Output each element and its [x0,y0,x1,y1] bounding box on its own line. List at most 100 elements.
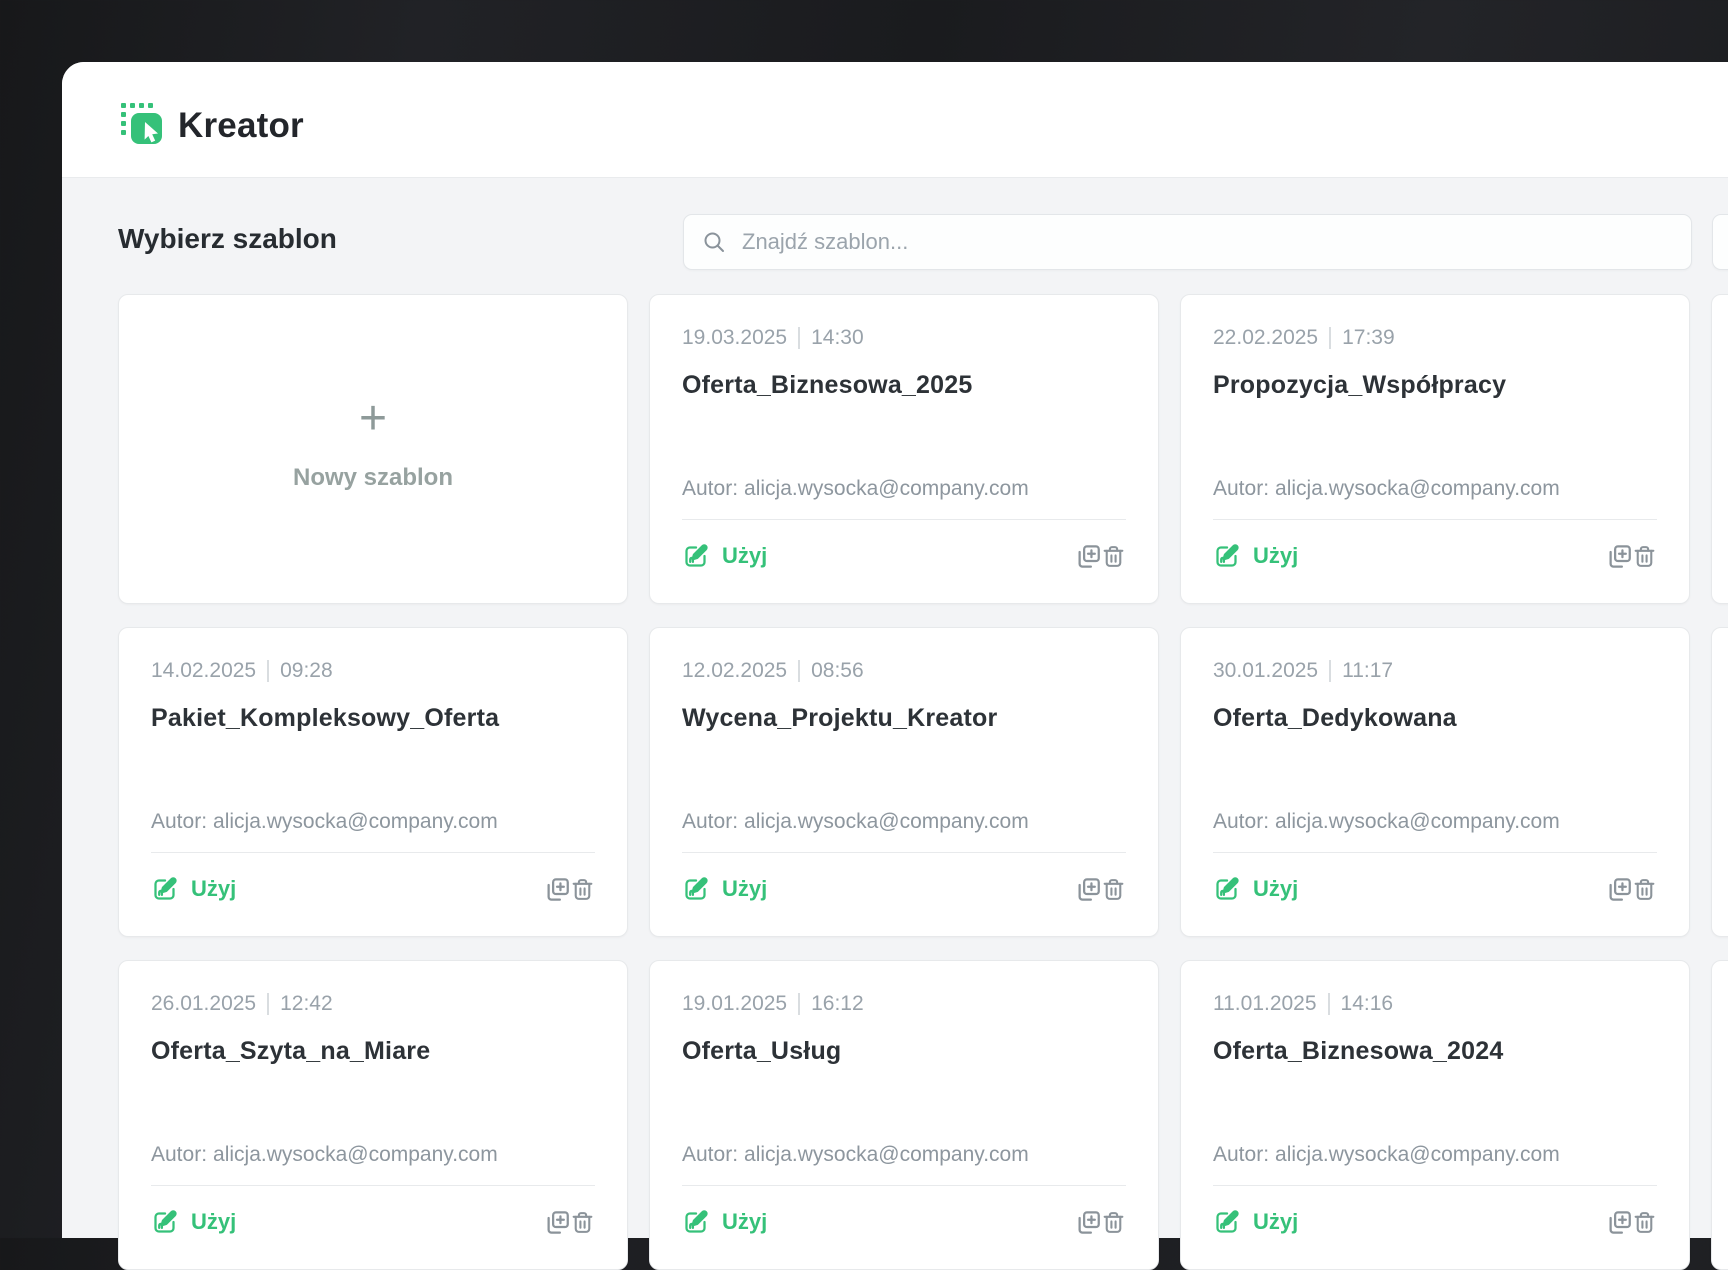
use-template-button[interactable]: Użyj [1213,543,1298,570]
new-template-card[interactable]: + Nowy szablon [118,294,628,604]
card-date: 11.01.2025 [1213,992,1317,1016]
meta-divider [798,993,800,1015]
file-pen-icon [1213,1209,1240,1236]
author-email: alicja.wysocka@company.com [744,1143,1029,1166]
card-actions: Użyj [682,1204,1126,1240]
card-title: Oferta_Dedykowana [1213,704,1657,733]
duplicate-template-button[interactable] [1074,876,1101,903]
copy-plus-icon [1605,876,1632,903]
app-window: Kreator Wybierz szablon + Nowy szablon 1… [62,62,1728,1238]
use-template-button[interactable]: Użyj [682,876,767,903]
card-meta: 19.01.2025 16:12 [682,992,864,1016]
file-pen-icon [1213,876,1240,903]
author-email: alicja.wysocka@company.com [213,1143,498,1166]
author-email: alicja.wysocka@company.com [1275,477,1560,500]
delete-template-button[interactable] [570,1210,595,1235]
cut-off-control[interactable] [1712,214,1728,270]
card-actions: Użyj [1213,538,1657,574]
app-header: Kreator [62,62,1728,178]
card-title: Oferta_Szyta_na_Miare [151,1037,595,1066]
cursor-square-icon [121,103,169,151]
duplicate-template-button[interactable] [543,1209,570,1236]
use-label: Użyj [191,1209,236,1235]
card-author: Autor: alicja.wysocka@company.com [682,810,1126,834]
author-prefix: Autor: [151,1143,207,1166]
card-time: 11:17 [1342,659,1393,683]
card-meta: 26.01.2025 12:42 [151,992,333,1016]
card-divider [1213,519,1657,520]
author-email: alicja.wysocka@company.com [213,810,498,833]
delete-template-button[interactable] [1632,544,1657,569]
card-actions: Użyj [1213,1204,1657,1240]
card-divider [682,519,1126,520]
use-template-button[interactable]: Użyj [682,543,767,570]
card-divider [151,852,595,853]
use-template-button[interactable]: Użyj [1213,1209,1298,1236]
card-time: 09:28 [280,659,333,683]
meta-divider [798,660,800,682]
card-author: Autor: alicja.wysocka@company.com [151,810,595,834]
duplicate-template-button[interactable] [543,876,570,903]
search-input[interactable] [684,215,1691,269]
use-template-button[interactable]: Użyj [682,1209,767,1236]
author-prefix: Autor: [682,1143,738,1166]
duplicate-template-button[interactable] [1605,543,1632,570]
author-prefix: Autor: [151,810,207,833]
file-pen-icon [1213,543,1240,570]
card-time: 14:30 [811,326,864,350]
card-divider [151,1185,595,1186]
card-author: Autor: alicja.wysocka@company.com [151,1143,595,1167]
copy-plus-icon [543,876,570,903]
card-date: 26.01.2025 [151,992,256,1016]
use-label: Użyj [1253,543,1298,569]
trash-icon [1101,1210,1126,1235]
meta-divider [1329,327,1331,349]
delete-template-button[interactable] [1101,877,1126,902]
card-meta: 19.03.2025 14:30 [682,326,864,350]
copy-plus-icon [1605,543,1632,570]
delete-template-button[interactable] [1632,877,1657,902]
trash-icon [570,1210,595,1235]
trash-icon [1632,877,1657,902]
template-card-partial [1711,627,1728,937]
author-prefix: Autor: [682,810,738,833]
author-email: alicja.wysocka@company.com [744,477,1029,500]
delete-template-button[interactable] [570,877,595,902]
card-author: Autor: alicja.wysocka@company.com [682,1143,1126,1167]
use-template-button[interactable]: Użyj [1213,876,1298,903]
copy-plus-icon [1074,876,1101,903]
card-date: 12.02.2025 [682,659,787,683]
meta-divider [1329,660,1331,682]
card-divider [682,852,1126,853]
duplicate-template-button[interactable] [1605,1209,1632,1236]
card-time: 08:56 [811,659,864,683]
template-grid: + Nowy szablon 19.03.2025 14:30 Oferta_B… [118,294,1728,1270]
card-author: Autor:alicja.wysocka@company.com [682,477,1126,501]
template-card: 30.01.2025 11:17 Oferta_Dedykowana Autor… [1180,627,1690,937]
card-time: 17:39 [1342,326,1395,350]
card-actions: Użyj [1213,871,1657,907]
trash-icon [1101,544,1126,569]
use-template-button[interactable]: Użyj [151,1209,236,1236]
use-template-button[interactable]: Użyj [151,876,236,903]
delete-template-button[interactable] [1632,1210,1657,1235]
card-actions: Użyj [151,871,595,907]
file-pen-icon [682,876,709,903]
template-card: 19.01.2025 16:12 Oferta_Usług Autor:alic… [649,960,1159,1270]
author-email: alicja.wysocka@company.com [744,810,1029,833]
delete-template-button[interactable] [1101,1210,1126,1235]
new-template-label: Nowy szablon [119,464,627,492]
card-title: Oferta_Biznesowa_2024 [1213,1037,1657,1066]
card-title: Oferta_Biznesowa_2025 [682,371,1126,400]
duplicate-template-button[interactable] [1074,543,1101,570]
card-author: Autor:alicja.wysocka@company.com [1213,477,1657,501]
duplicate-template-button[interactable] [1074,1209,1101,1236]
duplicate-template-button[interactable] [1605,876,1632,903]
delete-template-button[interactable] [1101,544,1126,569]
meta-divider [267,660,269,682]
copy-plus-icon [543,1209,570,1236]
card-actions: Użyj [682,538,1126,574]
card-title: Wycena_Projektu_Kreator [682,704,1126,733]
main-content: Wybierz szablon + Nowy szablon 19.03.202… [62,178,1728,1238]
card-meta: 11.01.2025 14:16 [1213,992,1393,1016]
